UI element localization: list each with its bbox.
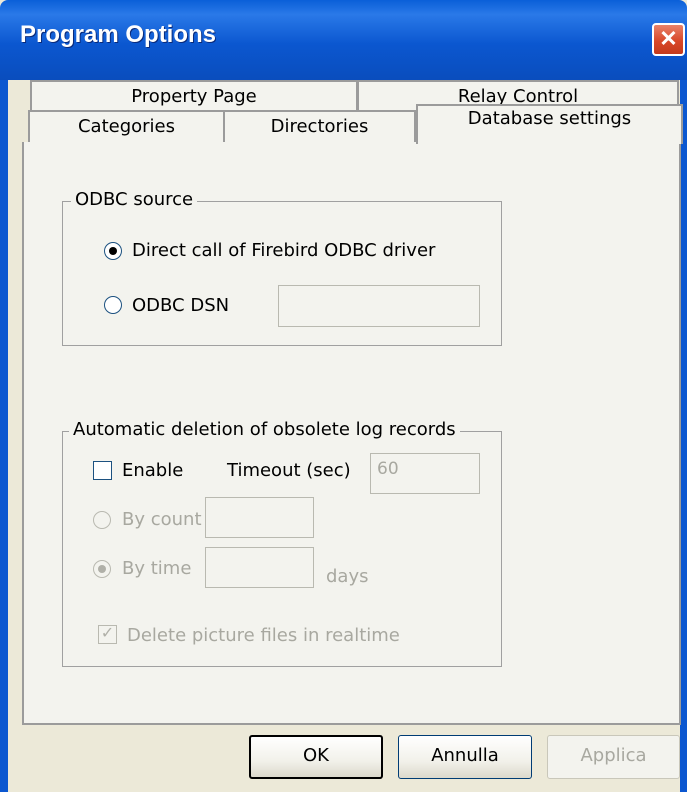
delete-pictures-checkbox[interactable]: ✓ [98,623,117,644]
odbc-source-caption: ODBC source [71,189,198,210]
ok-button[interactable]: OK [249,735,383,779]
direct-call-label: Direct call of Firebird ODBC driver [132,240,436,261]
days-label: days [326,566,369,587]
delete-pictures-label: Delete picture files in realtime [127,625,400,646]
direct-call-radio[interactable] [104,242,122,260]
odbc-dsn-input[interactable] [278,285,480,327]
timeout-label: Timeout (sec) [227,460,351,481]
by-time-input[interactable] [205,547,314,588]
tab-directories[interactable]: Directories [223,110,416,146]
apply-button[interactable]: Applica [547,735,680,779]
tab-database-settings[interactable]: Database settings [416,104,683,144]
by-count-label: By count [122,509,202,530]
odbc-dsn-label: ODBC DSN [132,295,230,316]
tab-label: Directories [270,116,369,137]
enable-label: Enable [122,460,184,481]
enable-checkbox[interactable] [93,461,112,480]
tab-label: Categories [77,116,176,137]
tab-label: Database settings [467,108,632,129]
tab-label: Property Page [131,86,257,107]
tab-categories[interactable]: Categories [28,110,225,146]
window-frame-left [0,80,8,792]
by-count-radio[interactable] [93,511,111,529]
tab-property-page[interactable]: Property Page [30,80,358,110]
by-time-radio[interactable] [93,560,111,578]
odbc-dsn-radio[interactable] [104,296,122,314]
check-mark-icon: ✓ [100,623,115,642]
window-frame-right [680,80,687,792]
close-icon: ✕ [659,26,678,51]
close-button[interactable]: ✕ [652,23,685,56]
program-options-dialog: Program Options ✕ Property Page Relay Co… [0,0,687,792]
by-time-label: By time [122,558,192,579]
automatic-deletion-caption: Automatic deletion of obsolete log recor… [69,419,460,440]
title-bar[interactable]: Program Options ✕ [0,0,687,80]
window-title: Program Options [20,21,217,48]
timeout-input[interactable]: 60 [370,453,480,494]
by-count-input[interactable] [205,497,314,538]
cancel-button[interactable]: Annulla [398,735,532,779]
